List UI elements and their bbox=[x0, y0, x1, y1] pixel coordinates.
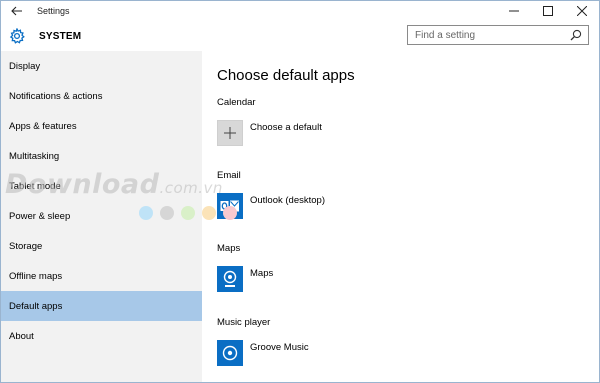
outlook-icon bbox=[217, 192, 243, 219]
minimize-button[interactable] bbox=[497, 1, 531, 21]
sidebar-item-label: Display bbox=[9, 60, 41, 72]
groove-music-icon bbox=[217, 339, 243, 366]
main-content: Choose default apps Calendar Choose a de… bbox=[202, 51, 599, 382]
sidebar-item-label: Default apps bbox=[9, 300, 63, 312]
title-bar: Settings bbox=[1, 1, 599, 21]
sidebar-item-label: Storage bbox=[9, 240, 43, 252]
back-arrow-icon bbox=[11, 6, 22, 16]
settings-window: Settings SYSTEM Find a setting Display N… bbox=[0, 0, 600, 383]
sidebar-item-about[interactable]: About bbox=[1, 321, 202, 351]
close-button[interactable] bbox=[565, 1, 599, 21]
app-name: Maps bbox=[250, 268, 274, 279]
sidebar-item-power-sleep[interactable]: Power & sleep bbox=[1, 201, 202, 231]
maximize-icon bbox=[543, 6, 553, 16]
section-label: Calendar bbox=[217, 97, 256, 108]
sidebar-item-storage[interactable]: Storage bbox=[1, 231, 202, 261]
maps-app-picker[interactable]: Maps bbox=[217, 265, 273, 292]
sidebar-item-display[interactable]: Display bbox=[1, 51, 202, 81]
page-title: Choose default apps bbox=[217, 67, 355, 84]
section-label: Music player bbox=[217, 317, 271, 328]
settings-header: SYSTEM Find a setting bbox=[1, 21, 599, 51]
app-name: Groove Music bbox=[250, 342, 309, 353]
sidebar-item-label: Notifications & actions bbox=[9, 90, 103, 102]
maps-icon bbox=[217, 265, 243, 292]
sidebar: Display Notifications & actions Apps & f… bbox=[1, 51, 202, 382]
window-controls bbox=[497, 1, 599, 21]
search-input[interactable]: Find a setting bbox=[408, 30, 570, 41]
window-title: Settings bbox=[37, 6, 70, 16]
search-box[interactable]: Find a setting bbox=[407, 25, 589, 45]
app-name: Outlook (desktop) bbox=[250, 195, 325, 206]
email-section: Email Outlook (desktop) bbox=[217, 170, 325, 219]
sidebar-item-label: Power & sleep bbox=[9, 210, 71, 222]
sidebar-item-label: Tablet mode bbox=[9, 180, 61, 192]
sidebar-item-label: About bbox=[9, 330, 34, 342]
maximize-button[interactable] bbox=[531, 1, 565, 21]
section-label: Email bbox=[217, 170, 241, 181]
sidebar-item-label: Apps & features bbox=[9, 120, 77, 132]
section-title: SYSTEM bbox=[39, 30, 82, 42]
sidebar-item-default-apps[interactable]: Default apps bbox=[1, 291, 202, 321]
app-name: Choose a default bbox=[250, 122, 322, 133]
minimize-icon bbox=[509, 10, 519, 12]
sidebar-item-offline-maps[interactable]: Offline maps bbox=[1, 261, 202, 291]
section-label: Maps bbox=[217, 243, 241, 254]
sidebar-item-notifications[interactable]: Notifications & actions bbox=[1, 81, 202, 111]
music-player-section: Music player Groove Music bbox=[217, 317, 309, 366]
sidebar-item-multitasking[interactable]: Multitasking bbox=[1, 141, 202, 171]
maps-section: Maps Maps bbox=[217, 243, 273, 292]
back-button[interactable] bbox=[1, 1, 33, 21]
sidebar-item-tablet-mode[interactable]: Tablet mode bbox=[1, 171, 202, 201]
email-app-picker[interactable]: Outlook (desktop) bbox=[217, 192, 325, 219]
sidebar-item-label: Offline maps bbox=[9, 270, 63, 282]
close-icon bbox=[577, 6, 587, 16]
calendar-section: Calendar Choose a default bbox=[217, 97, 322, 146]
sidebar-item-label: Multitasking bbox=[9, 150, 60, 162]
search-icon[interactable] bbox=[570, 29, 582, 41]
music-app-picker[interactable]: Groove Music bbox=[217, 339, 309, 366]
calendar-app-picker[interactable]: Choose a default bbox=[217, 119, 322, 146]
gear-icon bbox=[9, 28, 25, 44]
plus-icon bbox=[217, 119, 243, 146]
sidebar-item-apps-features[interactable]: Apps & features bbox=[1, 111, 202, 141]
